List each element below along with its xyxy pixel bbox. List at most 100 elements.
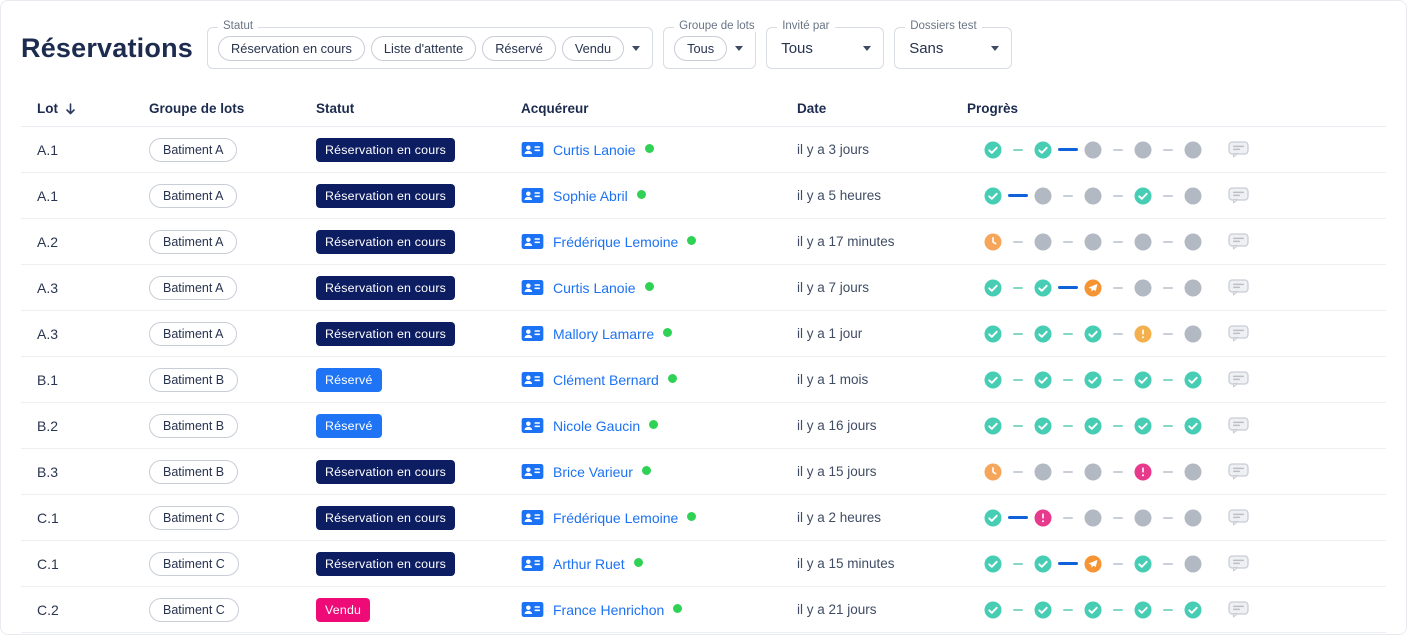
filter-chip[interactable]: Vendu bbox=[561, 35, 625, 61]
progress-cell bbox=[967, 187, 1386, 205]
contact-card-icon[interactable] bbox=[521, 325, 544, 342]
progress-step-warn-pink-icon bbox=[1134, 463, 1152, 481]
table-row[interactable]: A.3 Batiment A Réservation en cours Curt… bbox=[21, 265, 1386, 311]
contact-card-icon[interactable] bbox=[521, 555, 544, 572]
status-badge: Réservation en cours bbox=[316, 459, 456, 484]
filter-groupe-de-lots: Groupe de lots Tous bbox=[663, 20, 760, 69]
progress-connector bbox=[1152, 608, 1184, 611]
filter-chip[interactable]: Réservé bbox=[482, 35, 556, 61]
progress-step-gray-icon bbox=[1184, 555, 1202, 573]
chevron-down-icon[interactable] bbox=[991, 45, 1000, 51]
table-row[interactable]: C.2 Batiment C Vendu France Henrichon il… bbox=[21, 587, 1386, 633]
comment-icon[interactable] bbox=[1228, 601, 1249, 618]
filter-chip[interactable]: Réservation en cours bbox=[217, 35, 365, 61]
date-label: il y a 5 heures bbox=[797, 188, 882, 203]
comment-icon[interactable] bbox=[1228, 555, 1249, 572]
progress-connector bbox=[1052, 562, 1084, 565]
contact-card-icon[interactable] bbox=[521, 463, 544, 480]
table-row[interactable]: C.1 Batiment C Réservation en cours Fréd… bbox=[21, 495, 1386, 541]
online-status-dot bbox=[636, 190, 646, 199]
column-header-date: Date bbox=[797, 101, 827, 116]
status-cell: Réservé bbox=[316, 367, 521, 392]
filter-bar: Réservations Statut Réservation en cours… bbox=[1, 1, 1406, 75]
filter-invite-par[interactable]: Invité par Tous bbox=[766, 20, 885, 69]
progress-step-clock-icon bbox=[984, 463, 1002, 481]
dossiers-test-value[interactable]: Sans bbox=[905, 40, 947, 57]
sort-descending-icon[interactable] bbox=[65, 102, 76, 115]
date-cell: il y a 15 jours bbox=[797, 464, 967, 479]
chevron-down-icon[interactable] bbox=[632, 45, 641, 51]
group-chip: Batiment A bbox=[149, 275, 238, 300]
filter-chip[interactable]: Tous bbox=[674, 35, 728, 61]
column-label-lot: Lot bbox=[37, 101, 58, 116]
progress-step-check-icon bbox=[1184, 601, 1202, 619]
acquereur-link[interactable]: Curtis Lanoie bbox=[553, 142, 636, 158]
chevron-down-icon[interactable] bbox=[863, 45, 872, 51]
table-row[interactable]: A.1 Batiment A Réservation en cours Soph… bbox=[21, 173, 1386, 219]
filter-chip[interactable]: Liste d'attente bbox=[370, 35, 477, 61]
table-row[interactable]: A.2 Batiment A Réservation en cours Fréd… bbox=[21, 219, 1386, 265]
contact-card-icon[interactable] bbox=[521, 141, 544, 158]
progress-connector bbox=[1052, 332, 1084, 335]
acquereur-link[interactable]: Clément Bernard bbox=[553, 372, 659, 388]
progress-step-check-icon bbox=[984, 555, 1002, 573]
acquereur-link[interactable]: France Henrichon bbox=[553, 602, 664, 618]
lot-cell: C.1 bbox=[21, 556, 149, 572]
progress-step-gray-icon bbox=[1184, 325, 1202, 343]
lot-cell: A.3 bbox=[21, 326, 149, 342]
comment-icon[interactable] bbox=[1228, 187, 1249, 204]
progress-connector bbox=[1102, 470, 1134, 473]
progress-steps bbox=[984, 325, 1202, 343]
contact-card-icon[interactable] bbox=[521, 279, 544, 296]
invite-par-value[interactable]: Tous bbox=[777, 40, 817, 57]
contact-card-icon[interactable] bbox=[521, 187, 544, 204]
chevron-down-icon[interactable] bbox=[735, 45, 744, 51]
acquereur-link[interactable]: Curtis Lanoie bbox=[553, 280, 636, 296]
contact-card-icon[interactable] bbox=[521, 601, 544, 618]
acquereur-link[interactable]: Sophie Abril bbox=[553, 188, 628, 204]
contact-card-icon[interactable] bbox=[521, 417, 544, 434]
progress-step-check-icon bbox=[1084, 371, 1102, 389]
comment-icon[interactable] bbox=[1228, 463, 1249, 480]
status-badge: Réservation en cours bbox=[316, 321, 456, 346]
table-row[interactable]: B.2 Batiment B Réservé Nicole Gaucin il … bbox=[21, 403, 1386, 449]
table-row[interactable]: A.1 Batiment A Réservation en cours Curt… bbox=[21, 127, 1386, 173]
column-header-groupe: Groupe de lots bbox=[149, 101, 245, 116]
acquereur-link[interactable]: Arthur Ruet bbox=[553, 556, 625, 572]
column-header-lot[interactable]: Lot bbox=[21, 101, 149, 116]
filter-dossiers-test[interactable]: Dossiers test Sans bbox=[894, 20, 1013, 69]
progress-cell bbox=[967, 325, 1386, 343]
acquereur-link[interactable]: Frédérique Lemoine bbox=[553, 510, 678, 526]
lot-label: B.1 bbox=[37, 371, 59, 388]
progress-step-check-icon bbox=[1034, 601, 1052, 619]
contact-card-icon[interactable] bbox=[521, 371, 544, 388]
lot-label: C.1 bbox=[37, 509, 59, 526]
comment-icon[interactable] bbox=[1228, 417, 1249, 434]
comment-icon[interactable] bbox=[1228, 509, 1249, 526]
comment-icon[interactable] bbox=[1228, 141, 1249, 158]
progress-steps bbox=[984, 279, 1202, 297]
table-row[interactable]: B.1 Batiment B Réservé Clément Bernard i… bbox=[21, 357, 1386, 403]
group-chip: Batiment B bbox=[149, 367, 239, 392]
comment-icon[interactable] bbox=[1228, 371, 1249, 388]
contact-card-icon[interactable] bbox=[521, 233, 544, 250]
comment-icon[interactable] bbox=[1228, 325, 1249, 342]
table-row[interactable]: A.3 Batiment A Réservation en cours Mall… bbox=[21, 311, 1386, 357]
acquereur-link[interactable]: Frédérique Lemoine bbox=[553, 234, 678, 250]
progress-connector bbox=[1152, 424, 1184, 427]
lot-cell: A.3 bbox=[21, 280, 149, 296]
progress-step-gray-icon bbox=[1034, 233, 1052, 251]
contact-card-icon[interactable] bbox=[521, 509, 544, 526]
acquereur-link[interactable]: Mallory Lamarre bbox=[553, 326, 654, 342]
date-cell: il y a 16 jours bbox=[797, 418, 967, 433]
group-cell: Batiment A bbox=[149, 137, 316, 162]
group-cell: Batiment C bbox=[149, 505, 316, 530]
comment-icon[interactable] bbox=[1228, 233, 1249, 250]
table-row[interactable]: C.1 Batiment C Réservation en cours Arth… bbox=[21, 541, 1386, 587]
online-status-dot bbox=[687, 512, 697, 521]
comment-icon[interactable] bbox=[1228, 279, 1249, 296]
progress-connector bbox=[1102, 332, 1134, 335]
acquereur-link[interactable]: Nicole Gaucin bbox=[553, 418, 640, 434]
acquereur-link[interactable]: Brice Varieur bbox=[553, 464, 633, 480]
table-row[interactable]: B.3 Batiment B Réservation en cours Bric… bbox=[21, 449, 1386, 495]
